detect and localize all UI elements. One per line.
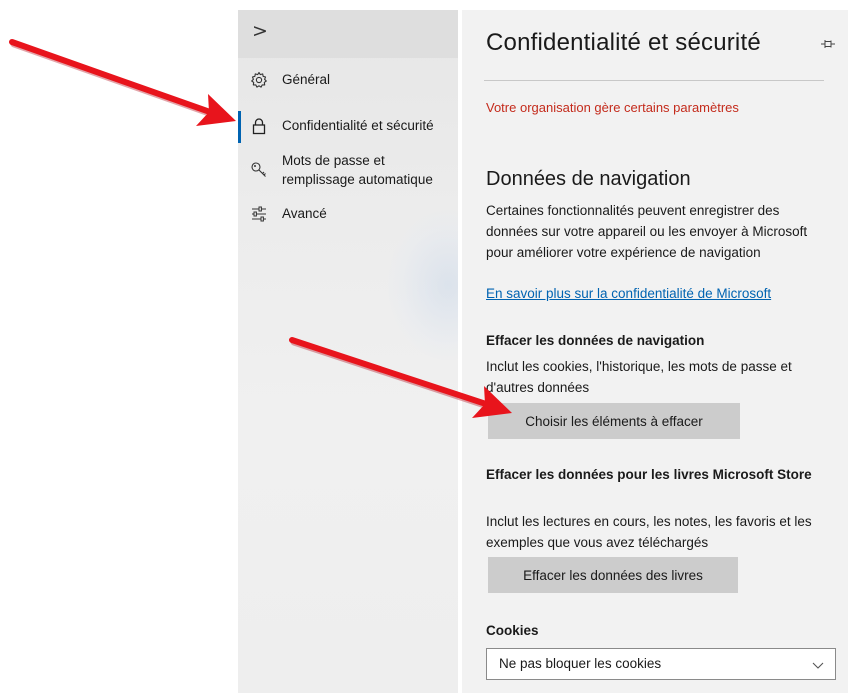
sliders-icon xyxy=(252,206,266,222)
privacy-learn-more-link[interactable]: En savoir plus sur la confidentialité de… xyxy=(486,286,771,301)
nav-item-label: Général xyxy=(282,72,331,87)
page-title: Confidentialité et sécurité xyxy=(486,29,761,56)
active-indicator xyxy=(238,111,241,143)
chevron-down-icon xyxy=(812,662,824,669)
clear-browsing-data-description: Inclut les cookies, l'historique, les mo… xyxy=(486,359,792,395)
nav-item-passwords-autofill[interactable]: Mots de passe et remplissage automatique xyxy=(238,152,458,190)
cookies-dropdown[interactable]: Ne pas bloquer les cookies xyxy=(486,648,836,680)
clear-browsing-data-heading: Effacer les données de navigation xyxy=(486,333,705,348)
clear-books-data-button[interactable]: Effacer les données des livres xyxy=(488,557,738,593)
title-divider xyxy=(484,80,824,81)
settings-nav-pane: > Général Confidentialité et sécurité Mo… xyxy=(238,10,458,693)
nav-item-advanced[interactable]: Avancé xyxy=(238,205,458,225)
gear-icon xyxy=(251,71,267,88)
managed-by-organization-notice: Votre organisation gère certains paramèt… xyxy=(486,100,739,115)
browsing-data-description: Certaines fonctionnalités peuvent enregi… xyxy=(486,203,808,260)
cookies-dropdown-value: Ne pas bloquer les cookies xyxy=(499,656,662,671)
nav-item-label-line2: remplissage automatique xyxy=(282,172,433,187)
clear-books-data-description: Inclut les lectures en cours, les notes,… xyxy=(486,514,812,550)
lock-icon xyxy=(252,118,266,135)
key-icon xyxy=(251,162,266,177)
nav-item-label-line1: Mots de passe et xyxy=(282,153,385,168)
choose-what-to-clear-button[interactable]: Choisir les éléments à effacer xyxy=(488,403,740,439)
pin-icon[interactable] xyxy=(820,36,836,52)
nav-item-general[interactable]: Général xyxy=(238,71,458,91)
nav-header: > xyxy=(238,10,458,58)
nav-item-privacy-security[interactable]: Confidentialité et sécurité xyxy=(238,111,458,143)
browsing-data-section-title: Données de navigation xyxy=(486,168,691,190)
nav-item-label: Confidentialité et sécurité xyxy=(282,118,434,133)
expand-nav-button[interactable]: > xyxy=(252,20,268,42)
clear-books-data-heading: Effacer les données pour les livres Micr… xyxy=(486,467,812,482)
nav-item-label: Avancé xyxy=(282,206,327,221)
annotation-arrow-nav xyxy=(9,39,236,126)
cookies-heading: Cookies xyxy=(486,623,539,638)
nav-background-blur xyxy=(388,210,458,360)
